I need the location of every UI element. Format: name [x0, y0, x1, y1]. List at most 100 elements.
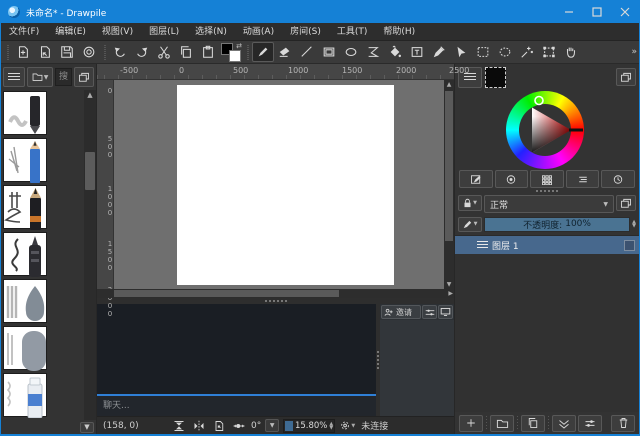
opacity-spinner[interactable]: ▲▼ — [632, 220, 636, 228]
menu-select[interactable]: 选择(N) — [187, 23, 235, 41]
invite-button[interactable]: 邀请 — [381, 305, 421, 319]
foreground-background-colors[interactable]: ⇄ — [221, 43, 241, 62]
brush-preset-eraser-pen[interactable] — [3, 373, 47, 417]
brush-menu-button[interactable] — [3, 67, 25, 87]
dock-splitter[interactable] — [455, 188, 639, 193]
zoom-field[interactable]: 15.80% ▲▼ — [283, 419, 335, 433]
ellipse-tool[interactable] — [340, 42, 362, 62]
flip-canvas-button[interactable] — [171, 419, 187, 433]
canvas-viewport[interactable] — [114, 80, 444, 289]
cut-button[interactable] — [153, 42, 175, 62]
color-wheel[interactable] — [506, 91, 584, 169]
add-group-button[interactable] — [490, 415, 514, 432]
undock-button[interactable] — [616, 195, 636, 211]
close-button[interactable] — [611, 1, 639, 23]
horizontal-scrollbar[interactable]: ▶ — [97, 289, 454, 298]
duplicate-layer-button[interactable] — [521, 415, 545, 432]
zoom-spinner[interactable]: ▲▼ — [329, 422, 333, 430]
user-list[interactable] — [380, 320, 454, 416]
brush-preset-brush-pen[interactable] — [3, 232, 47, 276]
pan-tool[interactable] — [560, 42, 582, 62]
eraser-tool[interactable] — [274, 42, 296, 62]
redo-button[interactable] — [131, 42, 153, 62]
freehand-brush-tool[interactable] — [252, 42, 274, 62]
maximize-button[interactable] — [583, 1, 611, 23]
layer-properties-button[interactable] — [578, 415, 602, 432]
session-settings-button[interactable] — [422, 305, 437, 319]
opacity-slider[interactable]: 不透明度: 100% — [484, 217, 630, 232]
tab-brush-settings[interactable] — [459, 170, 493, 188]
laser-pointer-tool[interactable] — [450, 42, 472, 62]
chat-input[interactable] — [97, 396, 376, 416]
brush-preset-blender[interactable] — [3, 326, 47, 370]
annotation-tool[interactable] — [406, 42, 428, 62]
brush-list-scrollbar[interactable]: ▲ — [84, 90, 96, 420]
scroll-up-icon[interactable]: ▲ — [444, 80, 454, 89]
chat-log[interactable] — [97, 304, 376, 394]
current-color-swatch[interactable] — [485, 67, 506, 88]
view-mode-button[interactable] — [438, 305, 453, 319]
brush-search-input[interactable] — [55, 68, 72, 86]
tab-color-history[interactable] — [601, 170, 635, 188]
scroll-up-icon[interactable]: ▲ — [84, 90, 96, 100]
menu-file[interactable]: 文件(F) — [1, 23, 47, 41]
blend-mode-dropdown[interactable]: 正常 ▼ — [484, 195, 614, 213]
menu-layer[interactable]: 图层(L) — [141, 23, 187, 41]
brush-folder-button[interactable]: ▼ — [27, 67, 53, 87]
canvas-paper[interactable] — [177, 85, 394, 285]
color-marker[interactable] — [535, 97, 543, 105]
scrollbar-thumb[interactable] — [114, 290, 339, 297]
delete-layer-button[interactable] — [611, 415, 635, 432]
minimize-button[interactable] — [555, 1, 583, 23]
save-button[interactable] — [56, 42, 78, 62]
brush-preset-paper-stump[interactable] — [3, 279, 47, 323]
line-tool[interactable] — [296, 42, 318, 62]
menu-tools[interactable]: 工具(T) — [329, 23, 376, 41]
transform-tool[interactable] — [538, 42, 560, 62]
view-settings-button[interactable]: ▼ — [339, 419, 355, 433]
color-picker-tool[interactable] — [428, 42, 450, 62]
layer-visibility-checkbox[interactable] — [624, 240, 635, 251]
layer-lock-button[interactable]: ▼ — [458, 195, 482, 211]
tab-color-circle[interactable] — [495, 170, 529, 188]
undock-button[interactable] — [616, 68, 636, 86]
rotation-dropdown[interactable]: ▼ — [265, 419, 279, 432]
brush-preset-blue-pencil[interactable] — [3, 138, 47, 182]
menu-animation[interactable]: 动画(A) — [235, 23, 282, 41]
copy-button[interactable] — [175, 42, 197, 62]
new-file-button[interactable] — [12, 42, 34, 62]
reset-view-button[interactable] — [211, 419, 227, 433]
rectangle-select-tool[interactable] — [472, 42, 494, 62]
magic-wand-tool[interactable] — [516, 42, 538, 62]
scroll-down-icon[interactable]: ▼ — [444, 280, 454, 289]
menu-session[interactable]: 房间(S) — [282, 23, 329, 41]
flood-fill-tool[interactable] — [384, 42, 406, 62]
background-color-swatch[interactable] — [229, 50, 241, 62]
mirror-canvas-button[interactable] — [191, 419, 207, 433]
scrollbar-thumb[interactable] — [85, 152, 95, 190]
scrollbar-thumb[interactable] — [445, 91, 453, 241]
add-layer-button[interactable] — [459, 415, 483, 432]
tab-color-sliders[interactable] — [566, 170, 600, 188]
merge-layer-button[interactable] — [552, 415, 576, 432]
toolbar-overflow-chevron[interactable]: » — [631, 47, 637, 57]
record-session-button[interactable] — [78, 42, 100, 62]
scroll-right-icon[interactable]: ▶ — [448, 289, 453, 298]
brush-preset-marker[interactable] — [3, 91, 47, 135]
layer-row[interactable]: 图层 1 — [455, 236, 639, 254]
menu-help[interactable]: 帮助(H) — [375, 23, 423, 41]
menu-edit[interactable]: 编辑(E) — [47, 23, 94, 41]
undock-button[interactable] — [74, 67, 94, 87]
tab-palette-grid[interactable] — [530, 170, 564, 188]
scroll-down-button[interactable]: ▼ — [80, 422, 94, 433]
menu-view[interactable]: 视图(V) — [94, 23, 141, 41]
open-file-button[interactable] — [34, 42, 56, 62]
sketch-mode-button[interactable]: ▼ — [458, 217, 482, 232]
paste-button[interactable] — [197, 42, 219, 62]
hue-marker[interactable] — [569, 129, 583, 132]
lasso-select-tool[interactable] — [494, 42, 516, 62]
bezier-curve-tool[interactable] — [362, 42, 384, 62]
vertical-scrollbar[interactable]: ▲ ▼ — [444, 80, 454, 289]
swap-colors-icon[interactable]: ⇄ — [236, 42, 242, 50]
undo-button[interactable] — [109, 42, 131, 62]
